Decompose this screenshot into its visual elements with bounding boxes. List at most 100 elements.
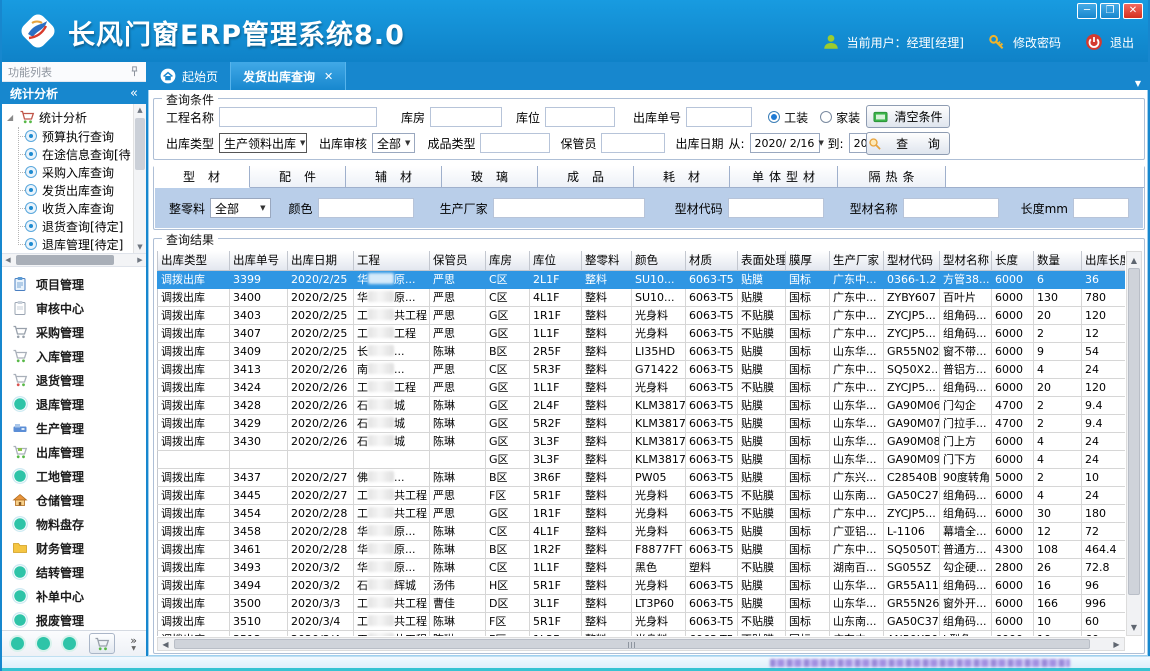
sidebar-item-5[interactable]: 退库管理 <box>2 392 146 416</box>
table-row-4[interactable]: 调拨出库34092020/2/25长...陈琳B区2R5F整料LI35HD606… <box>158 342 1126 360</box>
close-button[interactable]: ✕ <box>1123 3 1143 19</box>
clear-conditions-button[interactable]: 清空条件 <box>866 105 950 128</box>
search-button[interactable]: 查 询 <box>866 132 950 155</box>
scroll-thumb[interactable] <box>135 118 145 170</box>
table-row-0[interactable]: 调拨出库33992020/2/25华原...严思C区2L1F整料SU10...6… <box>158 270 1126 288</box>
tree-vertical-scrollbar[interactable]: ▲ ▼ <box>133 104 146 253</box>
tree-item-2[interactable]: 采购入库查询 <box>25 163 133 181</box>
table-row-15[interactable]: 调拨出库34612020/2/28华原...陈琳B区1R2F整料F8877FT6… <box>158 540 1126 558</box>
table-row-3[interactable]: 调拨出库34072020/2/25工工程严思G区1L1F整料光身料6063-T5… <box>158 324 1126 342</box>
tab-list-caret-icon[interactable]: ▼ <box>1135 79 1141 88</box>
material-tab-5[interactable]: 耗材 <box>634 166 730 188</box>
sidebar-item-8[interactable]: 工地管理 <box>2 464 146 488</box>
date-from-select[interactable]: 2020/ 2/16▼ <box>750 133 820 153</box>
table-row-18[interactable]: 调拨出库35002020/3/3工共工程曹佳D区3L1F整料LT3P606063… <box>158 594 1126 612</box>
sidebar-item-3[interactable]: 入库管理 <box>2 344 146 368</box>
sidebar-item-6[interactable]: 生产管理 <box>2 416 146 440</box>
project-name-input[interactable] <box>219 107 377 127</box>
table-row-17[interactable]: 调拨出库34942020/3/2石辉城汤伟H区5R1F整料光身料6063-T5贴… <box>158 576 1126 594</box>
table-row-20[interactable]: 调拨出库35122020/3/4工共工程陈琳F区1L2F整料光身料6063-T5… <box>158 630 1126 636</box>
sidebar-item-12[interactable]: 结转管理 <box>2 560 146 584</box>
radio-jiazhuang[interactable]: 家装 <box>820 109 860 126</box>
part-select[interactable]: 全部▼ <box>210 198 271 218</box>
table-row-16[interactable]: 调拨出库34932020/3/2华原...陈琳C区1L1F整料黑色塑料不贴膜国标… <box>158 558 1126 576</box>
color-input[interactable] <box>318 198 414 218</box>
tree-item-6[interactable]: 退库管理[待定] <box>25 235 133 253</box>
column-header[interactable]: 库位 <box>530 251 582 270</box>
toolbar-dot-icon[interactable] <box>37 637 50 650</box>
column-header[interactable]: 表面处理 <box>738 251 786 270</box>
table-row-8[interactable]: 调拨出库34292020/2/26石城陈琳G区5R2F整料KLM38176063… <box>158 414 1126 432</box>
table-row-5[interactable]: 调拨出库34132020/2/26南...严思C区5R3F整料G71422606… <box>158 360 1126 378</box>
minimize-button[interactable]: ─ <box>1077 3 1097 19</box>
table-row-10[interactable]: G区3L3F整料KLM38176063-T5贴膜国标山东华...GA90M09.… <box>158 450 1126 468</box>
tree-item-1[interactable]: 在途信息查询[待 <box>25 145 133 163</box>
column-header[interactable]: 颜色 <box>632 251 686 270</box>
scroll-thumb[interactable] <box>174 639 1090 649</box>
code-input[interactable] <box>728 198 824 218</box>
sidebar-item-14[interactable]: 报废管理 <box>2 608 146 630</box>
material-tab-0[interactable]: 型材 <box>154 166 250 188</box>
sidebar-item-2[interactable]: 采购管理 <box>2 320 146 344</box>
tree-item-3[interactable]: 发货出库查询 <box>25 181 133 199</box>
scroll-thumb[interactable] <box>1128 268 1140 595</box>
toolbar-more-button[interactable]: » ▼ <box>130 635 137 652</box>
scroll-left-icon[interactable]: ◀ <box>159 638 172 650</box>
scroll-up-icon[interactable]: ▲ <box>1127 253 1141 267</box>
scroll-left-icon[interactable]: ◀ <box>2 254 14 266</box>
keeper-input[interactable] <box>601 133 665 153</box>
audit-select[interactable]: 全部▼ <box>372 133 415 153</box>
column-header[interactable]: 生产厂家 <box>830 251 884 270</box>
logout-button[interactable]: 退出 <box>1110 34 1134 51</box>
material-tab-3[interactable]: 玻璃 <box>442 166 538 188</box>
scroll-right-icon[interactable]: ▶ <box>134 254 146 266</box>
table-row-6[interactable]: 调拨出库34242020/2/26工工程严思G区1L1F整料光身料6063-T5… <box>158 378 1126 396</box>
tab-home[interactable]: 起始页 <box>148 62 230 90</box>
pin-icon[interactable] <box>129 66 140 77</box>
table-row-19[interactable]: 调拨出库35102020/3/4工共工程陈琳F区5R1F整料光身料6063-T5… <box>158 612 1126 630</box>
column-header[interactable]: 库房 <box>486 251 530 270</box>
material-tab-7[interactable]: 隔热条 <box>838 166 946 188</box>
scroll-down-icon[interactable]: ▼ <box>1127 620 1141 634</box>
scroll-down-icon[interactable]: ▼ <box>134 241 146 253</box>
sidebar-item-0[interactable]: 项目管理 <box>2 272 146 296</box>
table-row-9[interactable]: 调拨出库34302020/2/26石城陈琳G区3L3F整料KLM38176063… <box>158 432 1126 450</box>
table-row-11[interactable]: 调拨出库34372020/2/27佛...陈琳B区3R6F整料PW056063-… <box>158 468 1126 486</box>
table-row-7[interactable]: 调拨出库34282020/2/26石城陈琳G区2L4F整料KLM38176063… <box>158 396 1126 414</box>
sidebar-item-10[interactable]: 物料盘存 <box>2 512 146 536</box>
scroll-up-icon[interactable]: ▲ <box>134 104 146 116</box>
tree-root[interactable]: ◢ 统计分析 <box>7 107 133 127</box>
material-tab-2[interactable]: 辅材 <box>346 166 442 188</box>
table-row-2[interactable]: 调拨出库34032020/2/25工共工程严思G区1R1F整料光身料6063-T… <box>158 306 1126 324</box>
sidebar-item-1[interactable]: 审核中心 <box>2 296 146 320</box>
tree-expander-icon[interactable]: ◢ <box>7 113 15 122</box>
out-no-input[interactable] <box>686 107 752 127</box>
tab-shipment-query[interactable]: 发货出库查询 ✕ <box>230 62 346 90</box>
collapse-icon[interactable]: « <box>130 86 138 101</box>
tree-item-5[interactable]: 退货查询[待定] <box>25 217 133 235</box>
maximize-button[interactable]: ❐ <box>1100 3 1120 19</box>
column-header[interactable]: 工程 <box>354 251 430 270</box>
table-row-1[interactable]: 调拨出库34002020/2/25华原...严思C区4L1F整料SU10...6… <box>158 288 1126 306</box>
sidebar-item-11[interactable]: 财务管理 <box>2 536 146 560</box>
material-tab-1[interactable]: 配件 <box>250 166 346 188</box>
change-password-link[interactable]: 修改密码 <box>1013 34 1061 51</box>
results-horizontal-scrollbar[interactable]: ◀ ▶ <box>157 637 1125 651</box>
out-type-select[interactable]: 生产领料出库▼ <box>219 133 307 153</box>
tab-close-icon[interactable]: ✕ <box>324 70 333 83</box>
sidebar-item-4[interactable]: 退货管理 <box>2 368 146 392</box>
sidebar-item-9[interactable]: 仓储管理 <box>2 488 146 512</box>
length-input[interactable] <box>1073 198 1129 218</box>
column-header[interactable]: 数量 <box>1034 251 1082 270</box>
column-header[interactable]: 材质 <box>686 251 738 270</box>
material-tab-6[interactable]: 单体型材 <box>730 166 838 188</box>
table-row-13[interactable]: 调拨出库34542020/2/28工共工程严思G区1R1F整料光身料6063-T… <box>158 504 1126 522</box>
column-header[interactable]: 出库类型 <box>158 251 230 270</box>
toolbar-dot-icon[interactable] <box>11 637 24 650</box>
product-type-input[interactable] <box>480 133 550 153</box>
column-header[interactable]: 保管员 <box>430 251 486 270</box>
column-header[interactable]: 整零料 <box>582 251 632 270</box>
sidebar-item-7[interactable]: 出库管理 <box>2 440 146 464</box>
toolbar-cart-button[interactable] <box>89 633 115 654</box>
scroll-thumb[interactable] <box>16 255 114 265</box>
